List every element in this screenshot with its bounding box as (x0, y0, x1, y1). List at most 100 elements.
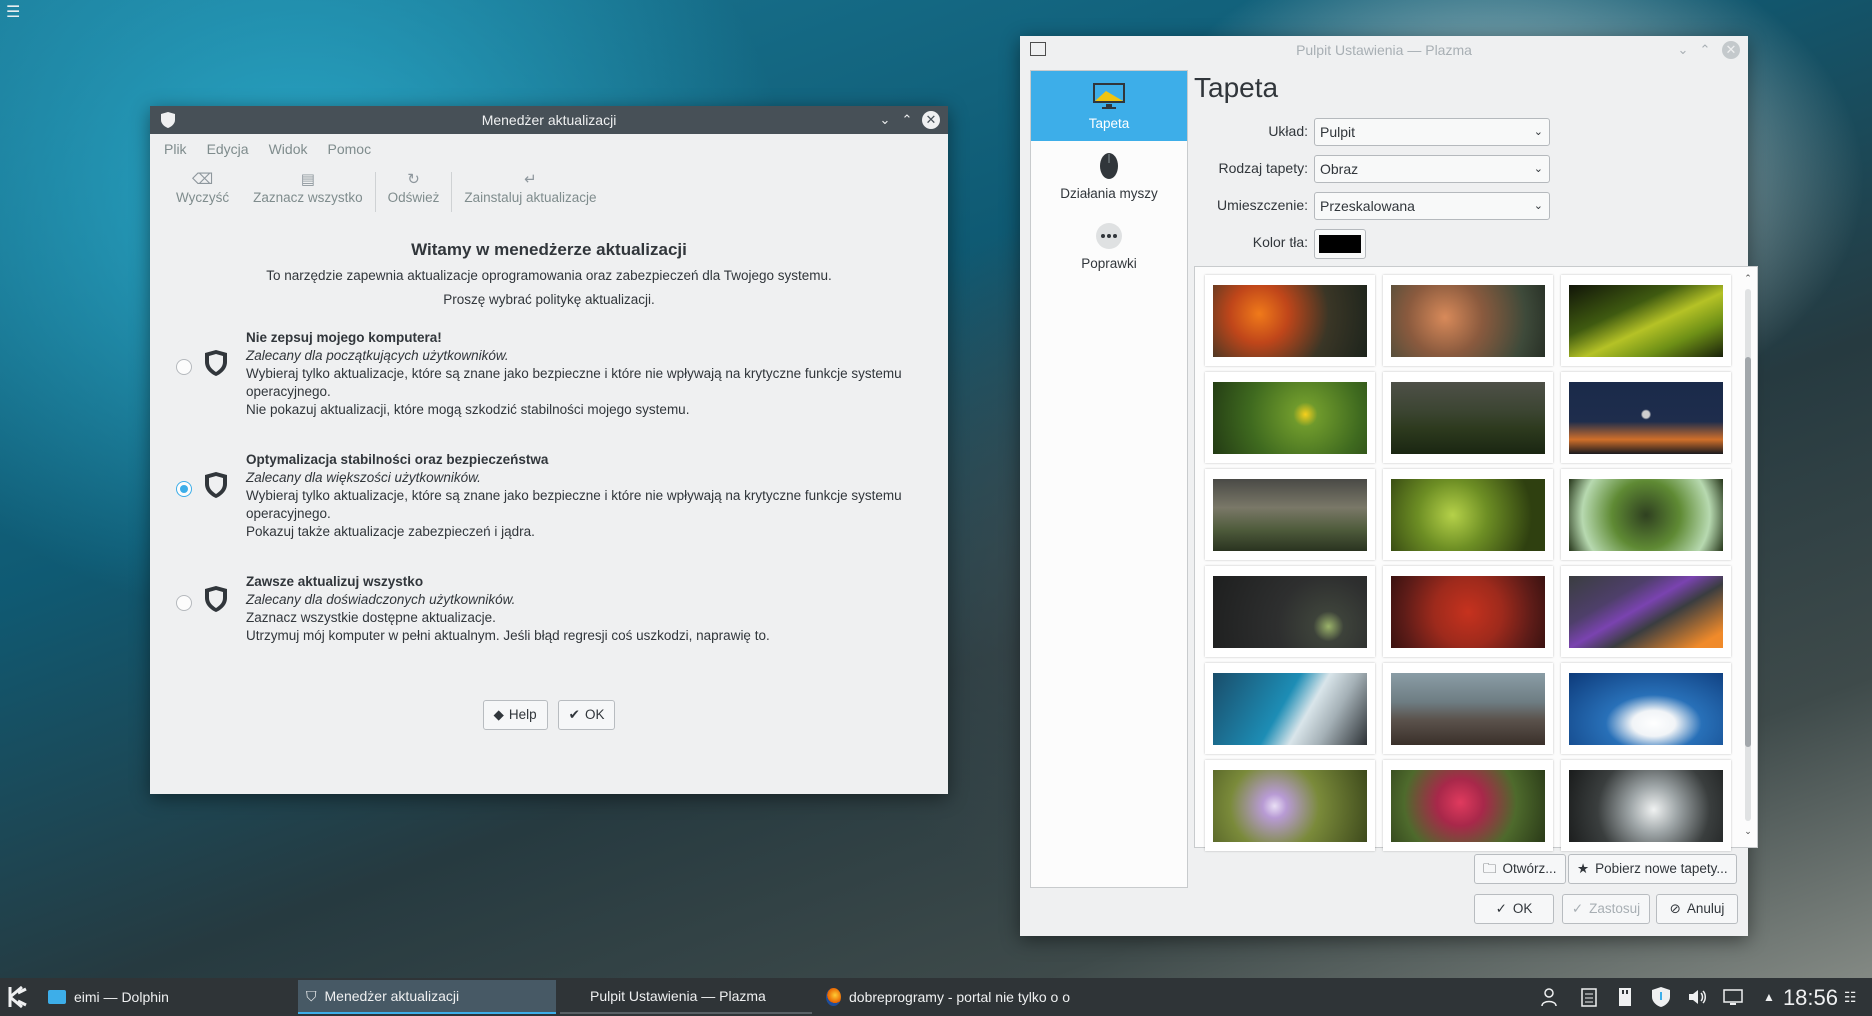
scroll-down-icon[interactable]: ⌄ (1743, 826, 1753, 837)
scrollbar[interactable]: ⌃ ⌄ (1743, 273, 1753, 837)
user-switch-icon[interactable] (1540, 986, 1562, 1008)
tweaks-icon (1095, 222, 1123, 250)
sidebar-item-wallpaper[interactable]: Tapeta (1031, 71, 1187, 141)
task-update-manager[interactable]: ⛉ Menedżer aktualizacji (298, 980, 556, 1014)
ok-button[interactable]: ✔ OK (557, 700, 616, 730)
blurred-meadow-image (1213, 478, 1367, 551)
clear-button[interactable]: ⌫ Wyczyść (164, 164, 241, 205)
bg-color-button[interactable] (1314, 229, 1366, 259)
wallpaper-thumbnail[interactable] (1383, 275, 1553, 366)
mint-logo-dark-image (1213, 575, 1367, 648)
waterfall-image (1569, 769, 1723, 842)
wallpaper-thumbnail[interactable] (1383, 469, 1553, 560)
sidebar-label-mouse: Działania myszy (1060, 185, 1158, 201)
update-manager-window: Menedżer aktualizacji ⌄ ⌃ ✕ Plik Edycja … (150, 106, 948, 794)
open-button[interactable]: 🗀 Otwórz... (1474, 854, 1566, 884)
policy-desc-2c: Pokazuj także aktualizacje zabezpieczeń … (246, 524, 535, 539)
menu-view[interactable]: Widok (269, 141, 308, 157)
policy-option-2[interactable]: Optymalizacja stabilności oraz bezpiecze… (176, 451, 918, 539)
refresh-button[interactable]: ↻ Odśwież (376, 164, 452, 205)
policy-desc-1c: Nie pokazuj aktualizacji, które mogą szk… (246, 402, 690, 417)
wallpaper-thumbnail[interactable] (1383, 663, 1553, 754)
wallpaper-thumbnail[interactable] (1205, 663, 1375, 754)
layout-select[interactable]: Pulpit ⌄ (1314, 118, 1550, 146)
minimize-button[interactable]: ⌄ (876, 111, 894, 129)
wallpaper-thumbnail[interactable] (1561, 566, 1731, 657)
menu-file[interactable]: Plik (164, 141, 187, 157)
scroll-up-icon[interactable]: ⌃ (1743, 273, 1753, 284)
menu-edit[interactable]: Edycja (207, 141, 249, 157)
wallpaper-icon (1092, 82, 1126, 110)
expand-tray-icon[interactable]: ▲ (1758, 986, 1780, 1008)
sidebar-item-mouse-actions[interactable]: Działania myszy (1031, 141, 1187, 211)
chevron-down-icon: ⌄ (1533, 126, 1543, 138)
policy-option-1[interactable]: Nie zepsuj mojego komputera! Zalecany dl… (176, 329, 918, 417)
wallpaper-thumbnail[interactable] (1561, 469, 1731, 560)
wallpaper-type-select[interactable]: Obraz ⌄ (1314, 155, 1550, 183)
install-updates-button[interactable]: ↵ Zainstaluj aktualizacje (452, 164, 608, 205)
sidebar-item-tweaks[interactable]: Poprawki (1031, 211, 1187, 281)
sd-card-icon[interactable] (1614, 986, 1636, 1008)
install-icon: ↵ (524, 171, 537, 188)
get-new-wallpapers-button[interactable]: ★ Pobierz nowe tapety... (1568, 854, 1737, 884)
wallpaper-thumbnail[interactable] (1383, 760, 1553, 851)
policy-subtitle-2: Zalecany dla większości użytkowników. (246, 470, 481, 485)
page-title: Tapeta (1194, 72, 1279, 103)
clock[interactable]: 18:56 (1783, 985, 1838, 1011)
update-shield-icon[interactable] (1650, 986, 1672, 1008)
policy-radio-2[interactable] (176, 481, 192, 497)
pebble-shore-image (1391, 672, 1545, 745)
task-plasma-settings[interactable]: Pulpit Ustawienia — Plazma (560, 980, 812, 1014)
ok-button[interactable]: ✓ OK (1474, 894, 1554, 924)
cancel-icon: ⊘ (1669, 901, 1681, 916)
close-button[interactable]: ✕ (922, 111, 940, 129)
wallpaper-thumbnail[interactable] (1205, 275, 1375, 366)
settings-sidebar: Tapeta Działania myszy Poprawki (1030, 70, 1188, 888)
positioning-select[interactable]: Przeskalowana ⌄ (1314, 192, 1550, 220)
apply-button[interactable]: ✓ Zastosuj (1562, 894, 1650, 924)
green-foliage-image (1391, 478, 1545, 551)
wallpaper-thumbnail[interactable] (1561, 372, 1731, 463)
help-button[interactable]: ◆ Help (482, 700, 548, 730)
cancel-button[interactable]: ⊘ Anuluj (1656, 894, 1738, 924)
positioning-row: Umieszczenie: Przeskalowana ⌄ (1194, 192, 1550, 220)
minimize-button[interactable]: ⌄ (1674, 41, 1692, 59)
thumbnail-list (1205, 275, 1731, 857)
menu-help[interactable]: Pomoc (328, 141, 372, 157)
wallpaper-thumbnail[interactable] (1205, 760, 1375, 851)
wallpaper-thumbnail[interactable] (1561, 760, 1731, 851)
wallpaper-thumbnail[interactable] (1205, 566, 1375, 657)
scroll-handle[interactable] (1745, 357, 1751, 747)
wallpaper-thumbnail[interactable] (1561, 275, 1731, 366)
wallpaper-thumbnail[interactable] (1383, 372, 1553, 463)
task-dolphin[interactable]: eimi — Dolphin (40, 980, 290, 1014)
select-all-button[interactable]: ▤ Zaznacz wszystko (241, 164, 375, 205)
network-icon[interactable] (1722, 986, 1744, 1008)
wallpaper-thumbnail[interactable] (1383, 566, 1553, 657)
policy-desc-3a: Zaznacz wszystkie dostępne aktualizacje. (246, 610, 496, 625)
policy-radio-1[interactable] (176, 359, 192, 375)
clipboard-icon[interactable] (1578, 986, 1600, 1008)
cancel-label: Anuluj (1686, 901, 1725, 916)
maximize-button[interactable]: ⌃ (898, 111, 916, 129)
wallpaper-thumbnail[interactable] (1205, 372, 1375, 463)
desktop-menu-icon[interactable]: ☰ (6, 5, 24, 22)
maximize-button[interactable]: ⌃ (1696, 41, 1714, 59)
clear-label: Wyczyść (176, 190, 230, 205)
layout-value: Pulpit (1320, 124, 1356, 140)
policy-radio-3[interactable] (176, 595, 192, 611)
desktop-toolbox-icon[interactable]: ☷ (1844, 986, 1866, 1008)
kde-launcher-icon[interactable] (4, 983, 32, 1011)
policy-option-3[interactable]: Zawsze aktualizuj wszystko Zalecany dla … (176, 573, 918, 643)
wallpaper-thumbnail[interactable] (1205, 469, 1375, 560)
layout-row: Układ: Pulpit ⌄ (1194, 118, 1550, 146)
update-manager-titlebar[interactable]: Menedżer aktualizacji ⌄ ⌃ ✕ (150, 106, 948, 134)
plasma-settings-titlebar[interactable]: Pulpit Ustawienia — Plazma ⌄ ⌃ ✕ (1020, 36, 1748, 64)
task-firefox[interactable]: dobreprogramy - portal nie tylko o o (818, 980, 1070, 1014)
apply-label: Zastosuj (1589, 901, 1641, 916)
wallpaper-type-value: Obraz (1320, 161, 1359, 177)
wallpaper-thumbnail[interactable] (1561, 663, 1731, 754)
volume-icon[interactable] (1686, 986, 1708, 1008)
close-button[interactable]: ✕ (1722, 41, 1740, 59)
purple-flowers-image (1213, 769, 1367, 842)
